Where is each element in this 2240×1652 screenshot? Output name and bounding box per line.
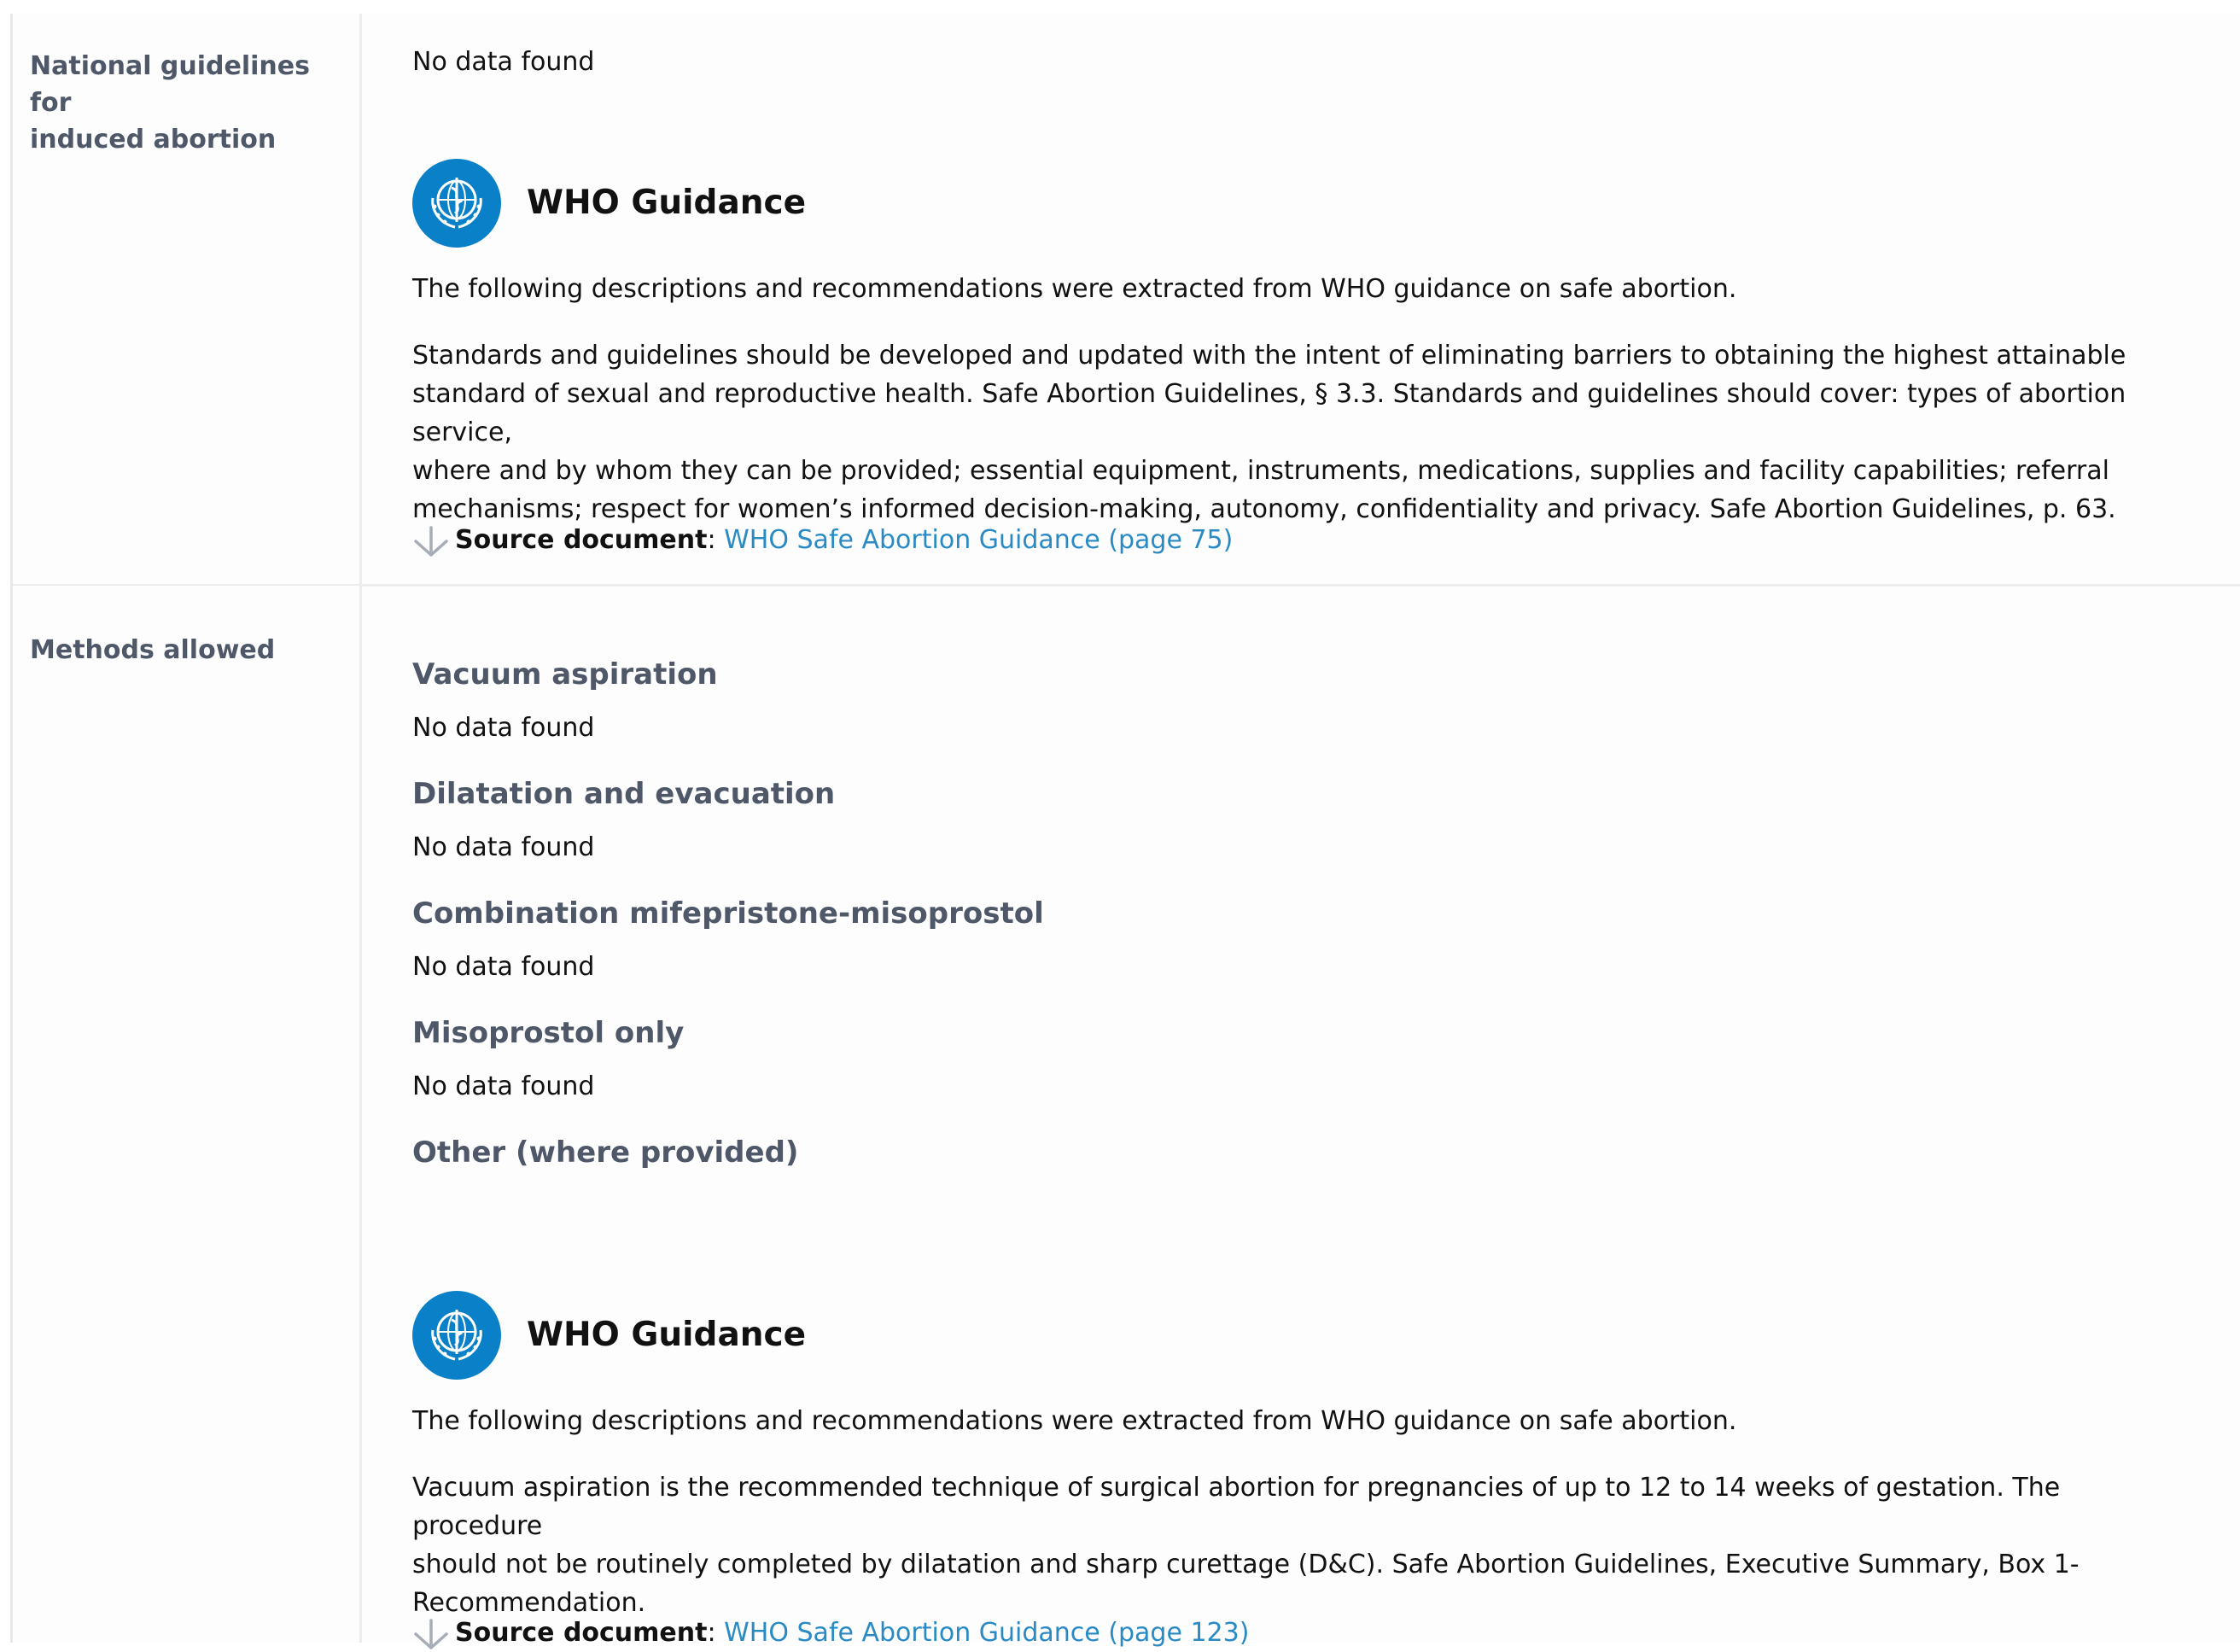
- body-line: standard of sexual and reproductive heal…: [412, 379, 2126, 447]
- source-label: Source document: [455, 1618, 708, 1648]
- row-label-line: induced abortion: [30, 125, 277, 155]
- who-intro-text: The following descriptions and recommend…: [412, 1406, 1737, 1436]
- source-text: Source document: WHO Safe Abortion Guida…: [455, 1614, 1249, 1652]
- row-label: National guidelines for induced abortion: [30, 48, 354, 158]
- who-emblem-icon: [412, 1291, 501, 1380]
- row-national-guidelines: National guidelines for induced abortion…: [13, 14, 2240, 584]
- no-data-text: No data found: [412, 832, 595, 862]
- source-text: Source document: WHO Safe Abortion Guida…: [455, 521, 1233, 559]
- source-separator: :: [707, 525, 716, 555]
- row-label: Methods allowed: [30, 635, 276, 665]
- body-line: Vacuum aspiration is the recommended tec…: [412, 1473, 2061, 1541]
- no-data-text: No data found: [412, 47, 595, 77]
- no-data-text: No data found: [412, 713, 595, 743]
- method-heading: Other (where provided): [412, 1135, 799, 1170]
- body-line: Standards and guidelines should be devel…: [412, 341, 2126, 371]
- who-intro-text: The following descriptions and recommend…: [412, 274, 1737, 304]
- who-guidance-title: WHO Guidance: [527, 1316, 807, 1354]
- body-line: where and by whom they can be provided; …: [412, 456, 2109, 486]
- no-data-text: No data found: [412, 952, 595, 982]
- data-table: National guidelines for induced abortion…: [10, 14, 2240, 1649]
- method-heading: Vacuum aspiration: [412, 657, 718, 692]
- who-guidance-header: WHO Guidance: [412, 1291, 1010, 1380]
- who-guidance-title: WHO Guidance: [527, 184, 807, 222]
- who-guidance-header: WHO Guidance: [412, 159, 1010, 248]
- source-document-link[interactable]: WHO Safe Abortion Guidance (page 75): [724, 525, 1233, 555]
- no-data-text: No data found: [412, 1071, 595, 1101]
- row-label-cell: Methods allowed: [13, 586, 362, 1643]
- who-guidance-body: Standards and guidelines should be devel…: [412, 336, 2188, 528]
- method-heading: Combination mifepristone-misoprostol: [412, 896, 1044, 931]
- source-label: Source document: [455, 525, 708, 555]
- row-label-cell: National guidelines for induced abortion: [13, 14, 362, 584]
- row-label-line: National guidelines for: [30, 51, 310, 118]
- down-arrow-icon: [414, 1619, 448, 1649]
- method-heading: Misoprostol only: [412, 1016, 685, 1050]
- row-content-cell: No data found WHO Guidance The following…: [412, 14, 2240, 584]
- source-document-link[interactable]: WHO Safe Abortion Guidance (page 123): [724, 1618, 1249, 1648]
- source-separator: :: [707, 1618, 716, 1648]
- who-emblem-icon: [412, 159, 501, 248]
- body-line: should not be routinely completed by dil…: [412, 1550, 2080, 1579]
- row-content-cell: Vacuum aspiration No data found Dilatati…: [412, 586, 2240, 1649]
- method-heading: Dilatation and evacuation: [412, 777, 836, 811]
- row-methods-allowed: Methods allowed Vacuum aspiration No dat…: [13, 586, 2240, 1649]
- down-arrow-icon: [414, 526, 448, 557]
- who-guidance-body: Vacuum aspiration is the recommended tec…: [412, 1468, 2188, 1622]
